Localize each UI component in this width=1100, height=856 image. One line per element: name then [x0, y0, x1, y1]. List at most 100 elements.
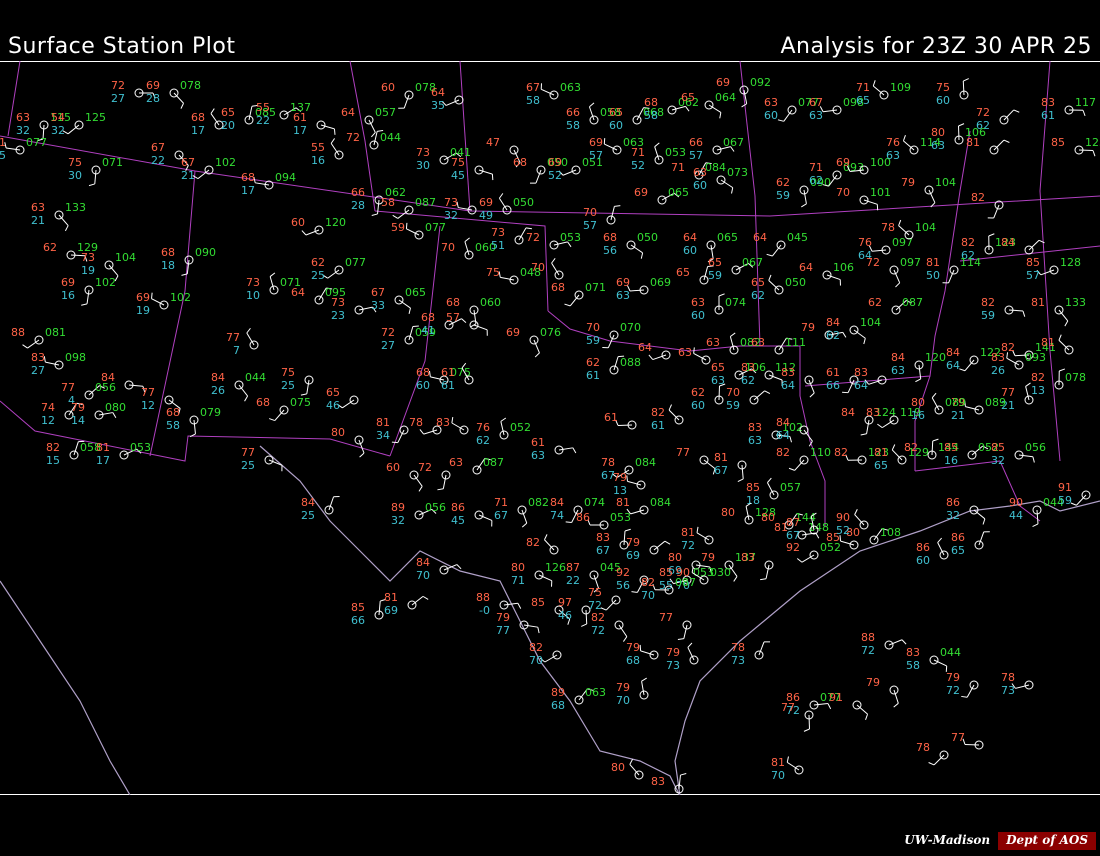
- station-temperature: 63: [691, 296, 705, 309]
- station-plot: 8172: [681, 526, 714, 552]
- station-temperature: 73: [246, 276, 260, 289]
- station-temperature: 69: [716, 76, 730, 89]
- station-dewpoint: 72: [946, 684, 960, 697]
- wind-barb-flag: [893, 702, 899, 708]
- station-dewpoint: 22: [151, 154, 165, 167]
- station-plot: 82: [526, 534, 559, 555]
- station-temperature: 69: [589, 136, 603, 149]
- station-temperature: 75: [936, 81, 950, 94]
- wind-barb-flag: [803, 728, 810, 732]
- station-pressure: 097: [892, 236, 913, 249]
- station-pressure: 067: [723, 136, 744, 149]
- station-temperature: 58: [381, 196, 395, 209]
- station-plot: 8165129: [874, 444, 929, 472]
- wind-barb: [569, 294, 580, 307]
- station-temperature: 62: [691, 386, 705, 399]
- wind-barb-flag: [330, 138, 336, 144]
- station-temperature: 78: [1001, 671, 1015, 684]
- wind-barb-flag: [359, 452, 365, 458]
- wind-barb-flag: [801, 203, 807, 208]
- station-pressure: 108: [880, 526, 901, 539]
- station-temperature: 69: [506, 326, 520, 339]
- station-plot: 8150 114: [926, 256, 981, 284]
- station-temperature: 69: [61, 276, 75, 289]
- wind-barb-flag: [564, 303, 571, 307]
- station-plot: 9159: [1058, 481, 1091, 507]
- wind-barb-flag: [81, 303, 88, 306]
- station-plot: 6435: [431, 86, 464, 112]
- station-pressure: 074: [584, 496, 605, 509]
- station-dewpoint: 64: [946, 359, 960, 372]
- wind-barb: [872, 249, 887, 252]
- station-plot: 63 111: [751, 336, 806, 355]
- wind-barb-flag: [537, 627, 540, 634]
- station-dewpoint: 65: [874, 459, 888, 472]
- station-plot: 6916 102: [61, 276, 116, 306]
- station-pressure: 101: [870, 186, 891, 199]
- station-dewpoint: 64: [781, 379, 795, 392]
- station-temperature: 79: [613, 471, 627, 484]
- station-temperature: 68: [551, 281, 565, 294]
- wind-barb-flag: [640, 252, 644, 259]
- station-dewpoint: 30: [416, 159, 430, 172]
- station-pressure: 044: [380, 131, 401, 144]
- station-plot: 8364: [781, 366, 815, 398]
- station-temperature: 89: [391, 501, 405, 514]
- footer-department: Dept of AOS: [998, 832, 1096, 850]
- wind-barb: [768, 280, 780, 291]
- station-temperature: 81: [874, 446, 888, 459]
- station-plot: 69 065: [634, 186, 689, 205]
- wind-barb-flag: [937, 537, 943, 543]
- station-plot: 70 101: [836, 186, 891, 211]
- station-plot: 6817: [191, 108, 224, 137]
- wind-barb-flag: [300, 393, 307, 396]
- station-temperature: 70: [836, 186, 850, 199]
- station-temperature: 64: [638, 341, 652, 354]
- station-dewpoint: 64: [776, 429, 790, 442]
- station-pressure: 069: [650, 276, 671, 289]
- station-dewpoint: 30: [68, 169, 82, 182]
- station-pressure: 123: [1085, 136, 1100, 149]
- station-pressure: 087: [675, 576, 696, 589]
- wind-barb-flag: [796, 558, 803, 563]
- station-temperature: 85: [351, 601, 365, 614]
- station-temperature: 72: [866, 256, 880, 269]
- wind-barb-flag: [180, 103, 184, 109]
- station-plot: 8272: [591, 611, 628, 642]
- wind-barb-flag: [842, 332, 847, 338]
- station-plot: 88 081: [11, 326, 66, 349]
- wind-barb-flag: [687, 642, 693, 648]
- station-pressure: 044: [245, 371, 266, 384]
- station-dewpoint: 17: [293, 124, 307, 137]
- station-temperature: 80: [668, 551, 682, 564]
- station-temperature: 82: [591, 611, 605, 624]
- wind-barb-flag: [865, 714, 869, 721]
- station-plot: 8169: [384, 591, 429, 617]
- station-temperature: 62: [776, 176, 790, 189]
- wind-barb-flag: [786, 756, 789, 763]
- wind-barb-flag: [895, 282, 901, 288]
- station-plot: 777: [226, 327, 259, 357]
- station-temperature: 84: [416, 556, 430, 569]
- station-plot: 8261: [651, 404, 684, 432]
- station-dewpoint: 68: [626, 654, 640, 667]
- station-pressure: 056: [1025, 441, 1046, 454]
- station-dewpoint: 70: [416, 569, 430, 582]
- station-temperature: 72: [381, 326, 395, 339]
- station-pressure: 088: [620, 356, 641, 369]
- station-plot: 7913: [613, 471, 646, 497]
- wind-barb: [771, 244, 782, 257]
- wind-barb-flag: [151, 292, 153, 299]
- station-temperature: 79: [71, 401, 85, 414]
- wind-barb: [67, 124, 80, 135]
- station-temperature: 63: [764, 96, 778, 109]
- station-dewpoint: 70: [529, 654, 543, 667]
- station-pressure: 120: [925, 351, 946, 364]
- wind-barb-flag: [641, 677, 647, 682]
- station-temperature: 63: [706, 336, 720, 349]
- station-plot: 85 123: [1051, 136, 1100, 157]
- station-temperature: 83: [741, 361, 755, 374]
- station-dewpoint: 63: [748, 434, 762, 447]
- station-plot: 7165 109: [856, 80, 911, 107]
- station-temperature: 85: [746, 481, 760, 494]
